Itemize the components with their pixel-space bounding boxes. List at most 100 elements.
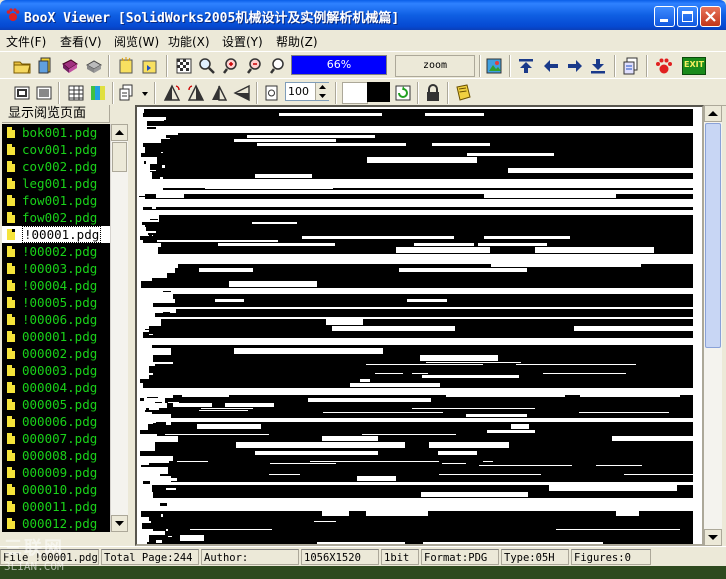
file-list-item[interactable]: 000001.pdg xyxy=(2,328,110,345)
file-list-item[interactable]: 000008.pdg xyxy=(2,447,110,464)
flip-horizontal-icon[interactable] xyxy=(209,83,229,103)
foreground-color-black[interactable] xyxy=(367,82,390,102)
page-scanline xyxy=(149,517,693,521)
spin-up-icon[interactable] xyxy=(316,83,329,91)
file-list-item[interactable]: 000012.pdg xyxy=(2,515,110,532)
lock-icon[interactable] xyxy=(423,83,443,103)
file-list-item[interactable]: !00003.pdg xyxy=(2,260,110,277)
close-button[interactable] xyxy=(700,6,721,27)
file-list-item[interactable]: 000006.pdg xyxy=(2,413,110,430)
file-list-item[interactable]: 000010.pdg xyxy=(2,481,110,498)
page-scanline xyxy=(152,345,693,348)
file-list-item[interactable]: 000009.pdg xyxy=(2,464,110,481)
file-list-item[interactable]: bok001.pdg xyxy=(2,124,110,141)
book-open-icon[interactable] xyxy=(36,56,56,76)
zoom-area-icon[interactable] xyxy=(269,56,289,76)
next-page-icon[interactable] xyxy=(565,56,585,76)
copy-page-icon[interactable] xyxy=(621,56,641,76)
refresh-icon[interactable] xyxy=(393,83,413,103)
scroll-down-button[interactable] xyxy=(704,529,722,546)
spin-down-icon[interactable] xyxy=(316,92,329,100)
page-scanline xyxy=(159,215,693,222)
page-number-icon[interactable] xyxy=(262,83,282,103)
page-scanline xyxy=(156,422,693,424)
single-page-icon[interactable] xyxy=(12,83,32,103)
export-icon[interactable] xyxy=(140,56,160,76)
maximize-button[interactable] xyxy=(677,6,698,27)
main-toolbar: 66% zoom EXIT xyxy=(0,51,726,79)
menu-view[interactable]: 查看(V) xyxy=(60,33,102,50)
menu-file[interactable]: 文件(F) xyxy=(6,33,46,50)
copy-dropdown-icon[interactable] xyxy=(118,83,138,103)
zoom-mode-label[interactable]: zoom xyxy=(395,55,475,77)
background-color-white[interactable] xyxy=(342,82,368,104)
books-icon[interactable] xyxy=(60,56,80,76)
last-page-icon[interactable] xyxy=(588,56,608,76)
menu-help[interactable]: 帮助(Z) xyxy=(276,33,318,50)
file-name: 000010.pdg xyxy=(22,482,98,497)
color-palette-icon[interactable] xyxy=(88,83,108,103)
file-list-item[interactable]: 000003.pdg xyxy=(2,362,110,379)
file-list-item[interactable]: !00001.pdg xyxy=(2,226,110,243)
file-list[interactable]: bok001.pdg cov001.pdg cov002.pdg leg001.pdg… xyxy=(2,124,110,532)
page-scanline xyxy=(141,281,693,288)
page-scanline-gap xyxy=(252,222,297,224)
paw-icon[interactable] xyxy=(654,56,674,76)
scroll-thumb[interactable] xyxy=(705,123,721,348)
page-scanline-gap xyxy=(182,395,229,397)
page-scanline-gap xyxy=(332,326,455,331)
file-list-item[interactable]: !00006.pdg xyxy=(2,311,110,328)
page-view-scrollbar[interactable] xyxy=(704,105,722,546)
scroll-up-button[interactable] xyxy=(111,124,128,141)
flip-vertical-icon[interactable] xyxy=(232,83,252,103)
open-folder-icon[interactable] xyxy=(12,56,32,76)
file-list-item[interactable]: 000007.pdg xyxy=(2,430,110,447)
title-bar[interactable]: BooX Viewer [SolidWorks2005机械设计及实例解析机械篇] xyxy=(0,0,726,30)
file-list-item[interactable]: !00005.pdg xyxy=(2,294,110,311)
previous-page-icon[interactable] xyxy=(541,56,561,76)
file-name: 000005.pdg xyxy=(22,397,98,412)
file-list-item[interactable]: 000002.pdg xyxy=(2,345,110,362)
page-number-stepper[interactable] xyxy=(315,83,329,100)
zoom-in-icon[interactable] xyxy=(222,56,242,76)
file-list-item[interactable]: cov002.pdg xyxy=(2,158,110,175)
zoom-out-icon[interactable] xyxy=(246,56,266,76)
file-list-item[interactable]: fow001.pdg xyxy=(2,192,110,209)
scroll-up-button[interactable] xyxy=(704,105,722,122)
picture-icon[interactable] xyxy=(484,56,504,76)
exit-button[interactable]: EXIT xyxy=(682,57,706,75)
chevron-down-icon[interactable] xyxy=(140,83,150,103)
file-list-item[interactable]: 000004.pdg xyxy=(2,379,110,396)
page-scanline-gap xyxy=(624,474,702,475)
minimize-button[interactable] xyxy=(654,6,675,27)
file-list-item[interactable]: !00002.pdg xyxy=(2,243,110,260)
print-icon[interactable] xyxy=(84,56,104,76)
file-list-scrollbar[interactable] xyxy=(110,124,128,532)
file-list-item[interactable]: leg001.pdg xyxy=(2,175,110,192)
scroll-thumb[interactable] xyxy=(112,142,127,172)
page-view[interactable] xyxy=(135,105,704,546)
file-list-item[interactable]: 000011.pdg xyxy=(2,498,110,515)
page-speckle xyxy=(145,329,156,330)
file-list-item[interactable]: fow002.pdg xyxy=(2,209,110,226)
rotate-left-icon[interactable] xyxy=(162,83,182,103)
fit-page-icon[interactable] xyxy=(174,56,194,76)
page-scanline-gap xyxy=(616,511,639,516)
file-list-item[interactable]: 000005.pdg xyxy=(2,396,110,413)
file-list-item[interactable]: cov001.pdg xyxy=(2,141,110,158)
menu-function[interactable]: 功能(X) xyxy=(168,33,210,50)
page-list-panel: 显示阅览页面 bok001.pdg cov001.pdg cov002.pdg leg… xyxy=(0,105,130,546)
page-scanline xyxy=(155,313,693,317)
first-page-icon[interactable] xyxy=(516,56,536,76)
file-list-item[interactable]: !00004.pdg xyxy=(2,277,110,294)
magnifier-icon[interactable] xyxy=(197,56,217,76)
rotate-right-icon[interactable] xyxy=(186,83,206,103)
menu-browse[interactable]: 阅览(W) xyxy=(114,33,159,50)
new-page-icon[interactable] xyxy=(116,56,136,76)
notebook-icon[interactable] xyxy=(453,83,473,103)
scroll-down-button[interactable] xyxy=(111,515,128,532)
menu-settings[interactable]: 设置(Y) xyxy=(222,33,263,50)
window-view-icon[interactable] xyxy=(34,83,54,103)
zoom-percent-display[interactable]: 66% xyxy=(291,55,387,75)
grid-view-icon[interactable] xyxy=(66,83,86,103)
